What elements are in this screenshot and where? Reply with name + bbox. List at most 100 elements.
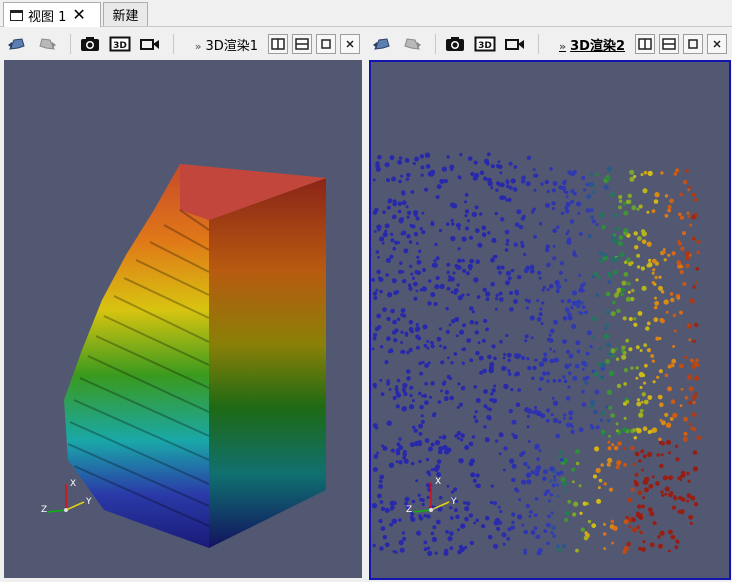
glyph-point <box>499 510 503 514</box>
glyph-point <box>394 387 399 392</box>
glyph-point <box>638 412 644 418</box>
glyph-point <box>615 357 620 361</box>
glyph-point <box>440 360 445 365</box>
glyph-point <box>611 541 615 545</box>
glyph-point <box>461 347 465 351</box>
glyph-point <box>410 190 415 194</box>
glyph-point <box>612 233 617 237</box>
glyph-point <box>664 412 669 417</box>
3d-toggle-icon[interactable]: 3D <box>472 32 498 56</box>
glyph-point <box>608 370 615 376</box>
glyph-point <box>495 439 499 443</box>
right-view-title[interactable]: » 3D渲染2 <box>559 35 625 54</box>
close-view-button[interactable] <box>707 34 727 54</box>
split-horizontal-button[interactable] <box>635 34 655 54</box>
glyph-point <box>608 405 613 410</box>
redo-camera-icon[interactable] <box>34 32 60 56</box>
glyph-point <box>678 363 684 369</box>
glyph-point <box>379 236 385 242</box>
split-vertical-button[interactable] <box>292 34 312 54</box>
camera-capture-icon[interactable] <box>442 32 468 56</box>
render-view-left[interactable]: X Y Z <box>4 60 362 578</box>
glyph-point <box>495 293 499 297</box>
record-icon[interactable] <box>137 32 163 56</box>
glyph-point <box>670 534 676 540</box>
glyph-point <box>638 204 643 209</box>
undo-camera-icon[interactable] <box>369 32 395 56</box>
glyph-point <box>589 344 593 349</box>
glyph-point <box>555 483 560 487</box>
glyph-point <box>495 188 499 192</box>
glyph-point <box>464 226 470 231</box>
glyph-point <box>652 521 657 526</box>
chevron-icon: » <box>559 39 567 53</box>
glyph-point <box>415 323 419 327</box>
camera-capture-icon[interactable] <box>77 32 103 56</box>
glyph-point <box>474 419 479 424</box>
glyph-point <box>488 367 494 374</box>
glyph-point <box>410 272 414 276</box>
glyph-point <box>424 381 428 386</box>
glyph-point <box>653 305 658 310</box>
glyph-point <box>445 307 449 311</box>
glyph-point <box>411 224 416 229</box>
glyph-point <box>687 479 691 483</box>
maximize-button[interactable] <box>683 34 703 54</box>
glyph-point <box>456 405 460 409</box>
glyph-point <box>644 363 648 368</box>
glyph-point <box>611 354 615 358</box>
glyph-point <box>508 409 513 414</box>
glyph-point <box>651 271 655 275</box>
close-view-button[interactable] <box>340 34 360 54</box>
glyph-point <box>528 515 532 518</box>
glyph-point <box>562 181 567 185</box>
glyph-point <box>526 425 530 429</box>
glyph-point <box>584 380 589 386</box>
undo-camera-icon[interactable] <box>4 32 30 56</box>
glyph-point <box>628 525 632 529</box>
glyph-point <box>450 235 456 242</box>
glyph-point <box>526 357 530 361</box>
glyph-point <box>629 176 635 182</box>
glyph-point <box>552 256 557 261</box>
record-icon[interactable] <box>502 32 528 56</box>
glyph-point <box>621 345 626 351</box>
glyph-point <box>620 292 624 296</box>
glyph-point <box>415 242 419 245</box>
tab-new[interactable]: 新建 <box>103 2 148 26</box>
tab-view-1[interactable]: 视图 1 ✕ <box>3 2 101 27</box>
glyph-point <box>491 237 497 243</box>
3d-toggle-icon[interactable]: 3D <box>107 32 133 56</box>
glyph-point <box>565 195 569 199</box>
tab-label: 新建 <box>112 9 139 24</box>
glyph-point <box>501 532 507 538</box>
glyph-point <box>517 388 521 392</box>
close-icon <box>346 40 354 48</box>
glyph-point <box>578 484 582 488</box>
left-view-title[interactable]: » 3D渲染1 <box>195 35 258 54</box>
glyph-point <box>464 445 470 450</box>
glyph-point <box>558 450 563 455</box>
glyph-point <box>581 360 587 366</box>
glyph-point <box>503 383 509 390</box>
glyph-point <box>418 459 422 464</box>
maximize-button[interactable] <box>316 34 336 54</box>
glyph-point <box>457 247 461 251</box>
split-horizontal-button[interactable] <box>268 34 288 54</box>
render-view-right[interactable]: X Y Z <box>369 60 731 580</box>
glyph-point <box>542 357 548 363</box>
glyph-point <box>696 240 701 244</box>
redo-camera-icon[interactable] <box>399 32 425 56</box>
glyph-point <box>601 429 605 434</box>
glyph-point <box>591 316 597 322</box>
glyph-point <box>418 431 423 436</box>
split-vertical-button[interactable] <box>659 34 679 54</box>
glyph-point <box>668 451 671 455</box>
glyph-point <box>506 536 511 541</box>
glyph-point <box>548 283 554 289</box>
glyph-point <box>642 426 648 432</box>
tab-close-icon[interactable]: ✕ <box>72 7 85 23</box>
glyph-point <box>534 446 538 450</box>
glyph-point <box>379 500 384 504</box>
glyph-point <box>371 278 376 282</box>
